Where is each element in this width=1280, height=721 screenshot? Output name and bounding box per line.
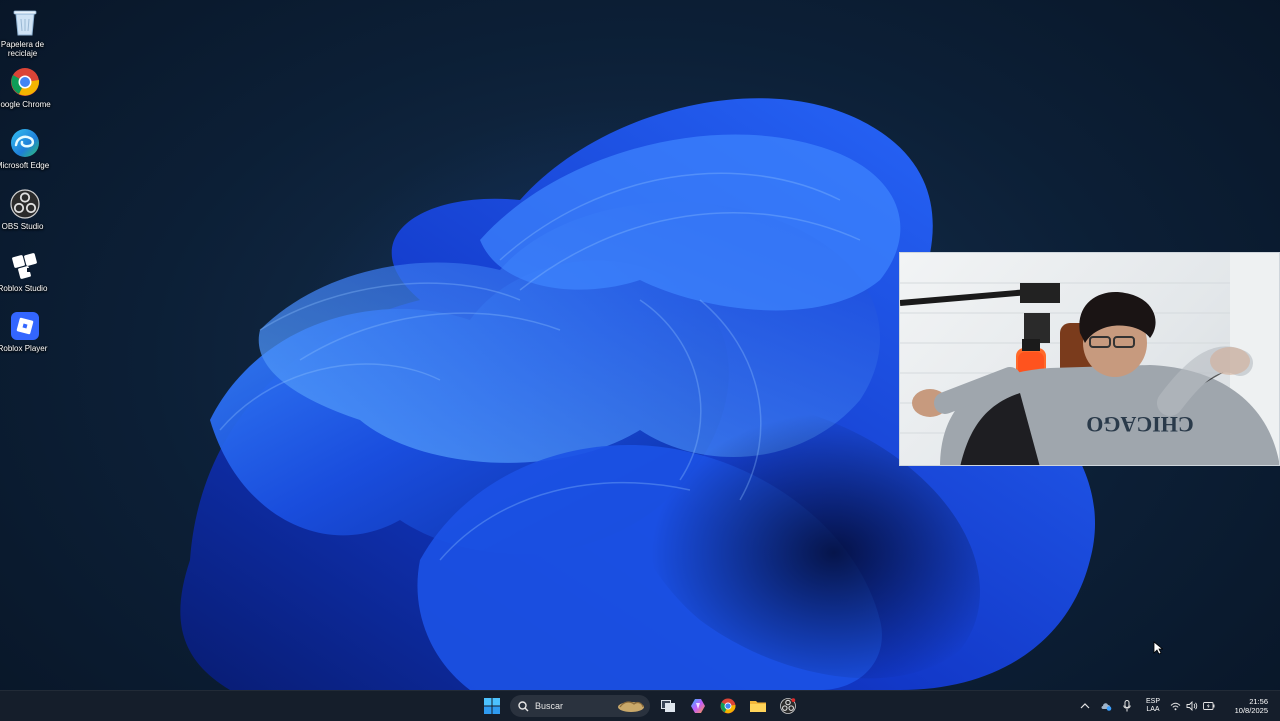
- roblox-player-icon: [9, 310, 41, 342]
- taskbar-pinned-apps: Buscar: [480, 691, 800, 721]
- edge-icon: [9, 127, 41, 159]
- task-view-button[interactable]: [656, 694, 680, 718]
- task-view-icon: [661, 700, 675, 712]
- file-explorer-button[interactable]: [746, 694, 770, 718]
- chevron-up-icon: [1080, 703, 1090, 709]
- roblox-studio-icon: [9, 250, 41, 282]
- language-secondary: LAA: [1146, 706, 1160, 713]
- volume-icon: [1186, 701, 1197, 711]
- desktop-icon-roblox-studio[interactable]: Roblox Studio: [0, 250, 50, 293]
- clock-time: 21:56: [1249, 697, 1268, 706]
- microphone-button[interactable]: [1116, 691, 1138, 721]
- clock-button[interactable]: 21:56 10/8/2025: [1216, 691, 1280, 721]
- quick-settings-button[interactable]: [1168, 691, 1216, 721]
- desktop-icon-google-chrome[interactable]: Google Chrome: [0, 66, 51, 109]
- taskbar-search-box[interactable]: Buscar: [510, 695, 650, 717]
- start-icon: [484, 698, 500, 714]
- shirt-text: CHICAGO: [1086, 412, 1194, 437]
- show-hidden-icons-button[interactable]: [1074, 691, 1096, 721]
- desktop-icon-obs-studio[interactable]: OBS Studio: [0, 188, 50, 231]
- search-placeholder: Buscar: [535, 701, 564, 711]
- desktop-icon-roblox-player[interactable]: Roblox Player: [0, 310, 50, 353]
- desktop-icon-label: Roblox Studio: [0, 284, 48, 293]
- copilot-icon: [691, 699, 705, 713]
- cloud-sync-button[interactable]: [1096, 691, 1116, 721]
- chrome-icon: [720, 698, 736, 714]
- chrome-taskbar-button[interactable]: [716, 694, 740, 718]
- battery-icon: [1202, 702, 1214, 710]
- recycle-bin-icon: [9, 6, 41, 38]
- obs-taskbar-button[interactable]: [776, 694, 800, 718]
- desktop-icon-label: Google Chrome: [0, 100, 51, 109]
- search-icon: [518, 700, 529, 711]
- taskbar: Buscar ESP LAA 21:56 10/8/2025: [0, 690, 1280, 721]
- cloud-icon: [1101, 703, 1112, 711]
- desktop-icon-recycle-bin[interactable]: Papelera de reciclaje: [0, 6, 50, 58]
- desktop-icon-microsoft-edge[interactable]: Microsoft Edge: [0, 127, 50, 170]
- system-tray: ESP LAA 21:56 10/8/2025: [1074, 691, 1280, 721]
- obs-icon: [780, 698, 796, 714]
- copilot-button[interactable]: [686, 694, 710, 718]
- start-button[interactable]: [480, 694, 504, 718]
- clock-date: 10/8/2025: [1234, 706, 1268, 715]
- desktop-icon-label: Microsoft Edge: [0, 161, 50, 170]
- language-primary: ESP: [1145, 698, 1160, 705]
- file-explorer-icon: [750, 701, 766, 712]
- mouse-cursor-icon: [1153, 641, 1163, 655]
- desktop-icon-label: OBS Studio: [1, 222, 44, 231]
- chrome-icon: [9, 66, 41, 98]
- obs-icon: [9, 188, 41, 220]
- desktop-icon-label: Papelera de reciclaje: [0, 40, 45, 58]
- desktop[interactable]: Papelera de reciclaje Google Chrome: [0, 0, 1280, 690]
- desktop-icon-label: Roblox Player: [0, 344, 48, 353]
- wifi-icon: [1170, 702, 1180, 710]
- webcam-feed: CHICAGO: [900, 253, 1279, 465]
- input-language-button[interactable]: ESP LAA: [1138, 691, 1168, 721]
- webcam-overlay: CHICAGO: [899, 252, 1280, 466]
- microphone-icon: [1123, 700, 1131, 712]
- search-highlight-icon: [618, 701, 644, 712]
